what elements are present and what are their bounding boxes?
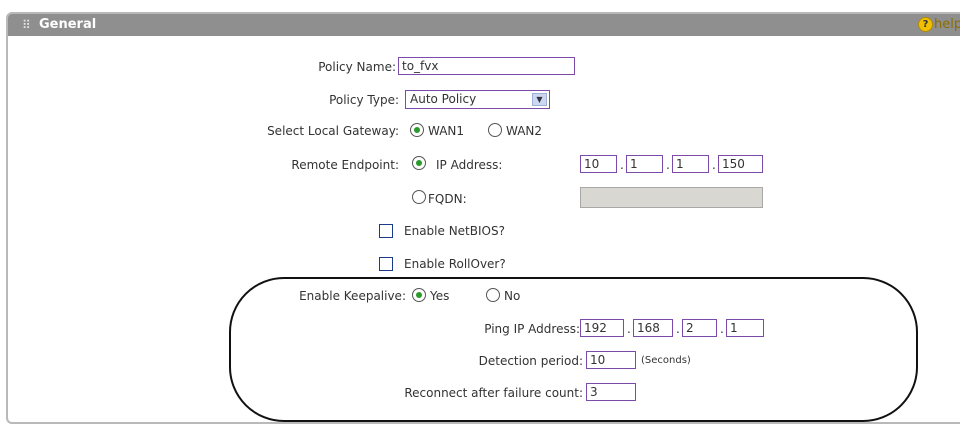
ping-ip-octet-4[interactable]: 1 xyxy=(726,319,764,337)
keepalive-no-radio[interactable] xyxy=(486,288,500,302)
section-title: General xyxy=(39,17,97,32)
policy-type-label: Policy Type: xyxy=(329,93,399,107)
wan2-radio[interactable] xyxy=(488,123,502,137)
fqdn-option-label: FQDN: xyxy=(428,192,467,206)
remote-ip-octet-3[interactable]: 1 xyxy=(672,155,709,173)
ping-ip-octet-3[interactable]: 2 xyxy=(682,319,717,337)
remote-ip-octet-2[interactable]: 1 xyxy=(626,155,663,173)
enable-rollover-checkbox[interactable] xyxy=(379,257,393,271)
ip-dot: . xyxy=(676,322,680,336)
ip-dot: . xyxy=(666,158,670,172)
detection-unit-label: (Seconds) xyxy=(641,355,691,366)
wan1-label: WAN1 xyxy=(428,124,465,138)
policy-name-input[interactable]: to_fvx xyxy=(398,57,575,75)
wan1-radio[interactable] xyxy=(410,123,424,137)
policy-type-select[interactable]: Auto Policy ▼ xyxy=(405,90,550,109)
fqdn-radio[interactable] xyxy=(412,190,426,204)
help-label: help xyxy=(934,17,960,32)
enable-netbios-checkbox[interactable] xyxy=(379,224,393,238)
ip-address-radio[interactable] xyxy=(412,156,426,170)
enable-keepalive-label: Enable Keepalive: xyxy=(299,289,406,303)
remote-ip-octet-1[interactable]: 10 xyxy=(580,155,617,173)
keepalive-yes-radio[interactable] xyxy=(412,288,426,302)
ip-dot: . xyxy=(712,158,716,172)
policy-name-label: Policy Name: xyxy=(318,60,396,74)
fqdn-input[interactable] xyxy=(580,187,763,208)
reconnect-label: Reconnect after failure count: xyxy=(404,386,583,400)
keepalive-no-label: No xyxy=(504,289,521,303)
help-link[interactable]: ? help xyxy=(918,17,960,32)
detection-period-label: Detection period: xyxy=(478,354,583,368)
enable-netbios-label: Enable NetBIOS? xyxy=(404,224,505,238)
chevron-down-icon[interactable]: ▼ xyxy=(532,93,547,106)
reconnect-count-input[interactable]: 3 xyxy=(586,383,636,401)
ip-dot: . xyxy=(720,322,724,336)
ping-ip-label: Ping IP Address: xyxy=(484,322,580,336)
remote-endpoint-label: Remote Endpoint: xyxy=(291,158,399,172)
keepalive-yes-label: Yes xyxy=(430,289,450,303)
grip-icon: ⠿ xyxy=(22,18,31,32)
ping-ip-octet-1[interactable]: 192 xyxy=(580,319,624,337)
policy-type-value: Auto Policy xyxy=(410,92,477,106)
local-gateway-label: Select Local Gateway: xyxy=(267,124,399,138)
wan2-label: WAN2 xyxy=(506,124,543,138)
ip-address-option-label: IP Address: xyxy=(436,158,503,172)
help-icon: ? xyxy=(918,17,933,32)
ip-dot: . xyxy=(620,158,624,172)
detection-period-input[interactable]: 10 xyxy=(586,351,636,369)
remote-ip-octet-4[interactable]: 150 xyxy=(718,155,763,173)
enable-rollover-label: Enable RollOver? xyxy=(404,257,506,271)
ip-dot: . xyxy=(627,322,631,336)
section-header: ⠿ General ? help xyxy=(8,14,960,36)
ping-ip-octet-2[interactable]: 168 xyxy=(633,319,673,337)
